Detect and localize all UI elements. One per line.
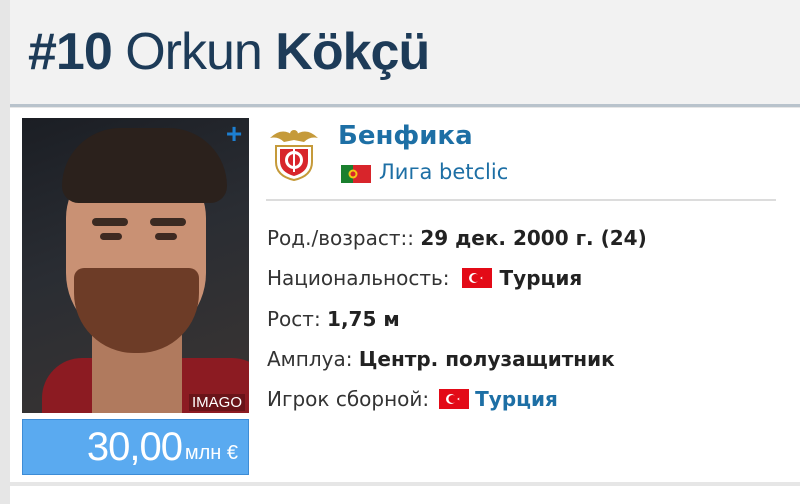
photo-brow (150, 218, 186, 226)
position-label: Амплуа: (267, 347, 353, 371)
benfica-crest-icon[interactable] (266, 124, 322, 182)
player-title: #10 Orkun Kökçü (28, 22, 430, 82)
info-row-birth: Род./возраст:: 29 дек. 2000 г. (24) (267, 226, 647, 250)
player-first-name: Orkun (125, 23, 263, 81)
national-team-label: Игрок сборной: (267, 387, 430, 411)
photo-eye (155, 233, 177, 240)
turkey-flag-icon (439, 389, 470, 409)
plus-icon[interactable]: + (221, 120, 247, 148)
section-divider (266, 199, 776, 201)
player-last-name: Kökçü (275, 23, 430, 81)
portugal-flag-icon (341, 165, 371, 183)
info-row-national-team: Игрок сборной: Турция (267, 387, 558, 411)
height-value: 1,75 м (327, 307, 400, 331)
info-row-height: Рост: 1,75 м (267, 307, 400, 331)
nationality-label: Национальность: (267, 266, 450, 290)
birth-value: 29 дек. 2000 г. (24) (420, 226, 647, 250)
info-row-nationality: Национальность: Турция (267, 266, 582, 290)
market-value-unit: млн € (184, 442, 238, 464)
next-section-edge (10, 486, 800, 504)
shirt-number: #10 (28, 23, 113, 81)
photo-eye (100, 233, 122, 240)
market-value-box[interactable]: 30,00 млн € (22, 419, 249, 475)
player-photo[interactable]: IMAGO (22, 118, 249, 413)
turkey-flag-icon (461, 268, 492, 288)
photo-brow (92, 218, 128, 226)
market-value-amount: 30,00 (86, 425, 183, 469)
birth-label: Род./возраст:: (267, 226, 414, 250)
club-name-link[interactable]: Бенфика (338, 121, 473, 151)
player-header: #10 Orkun Kökçü (10, 0, 800, 107)
position-value: Центр. полузащитник (358, 347, 615, 371)
photo-credit: IMAGO (188, 394, 245, 411)
nationality-value: Турция (499, 266, 583, 290)
national-team-link[interactable]: Турция (475, 387, 558, 411)
photo-hair (62, 128, 227, 203)
league-name-link[interactable]: Лига betclic (379, 160, 508, 184)
info-row-position: Амплуа: Центр. полузащитник (267, 347, 615, 371)
height-label: Рост: (267, 307, 321, 331)
